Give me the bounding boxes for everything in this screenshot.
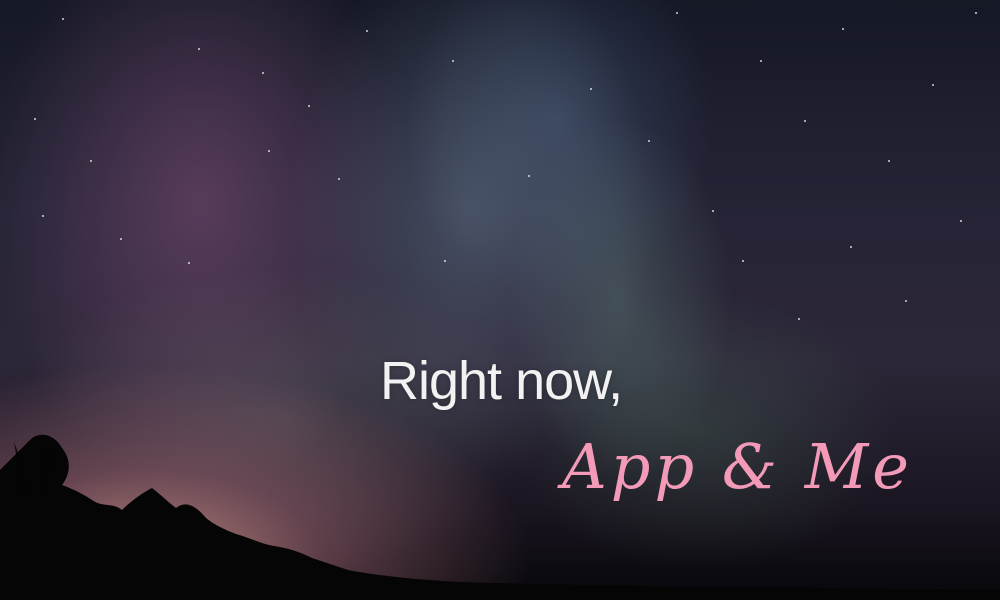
aurora-night-sky-background: Right now, App & Me <box>0 0 1000 600</box>
headline-text: Right now, <box>380 351 623 411</box>
tree-silhouette <box>0 434 1000 600</box>
